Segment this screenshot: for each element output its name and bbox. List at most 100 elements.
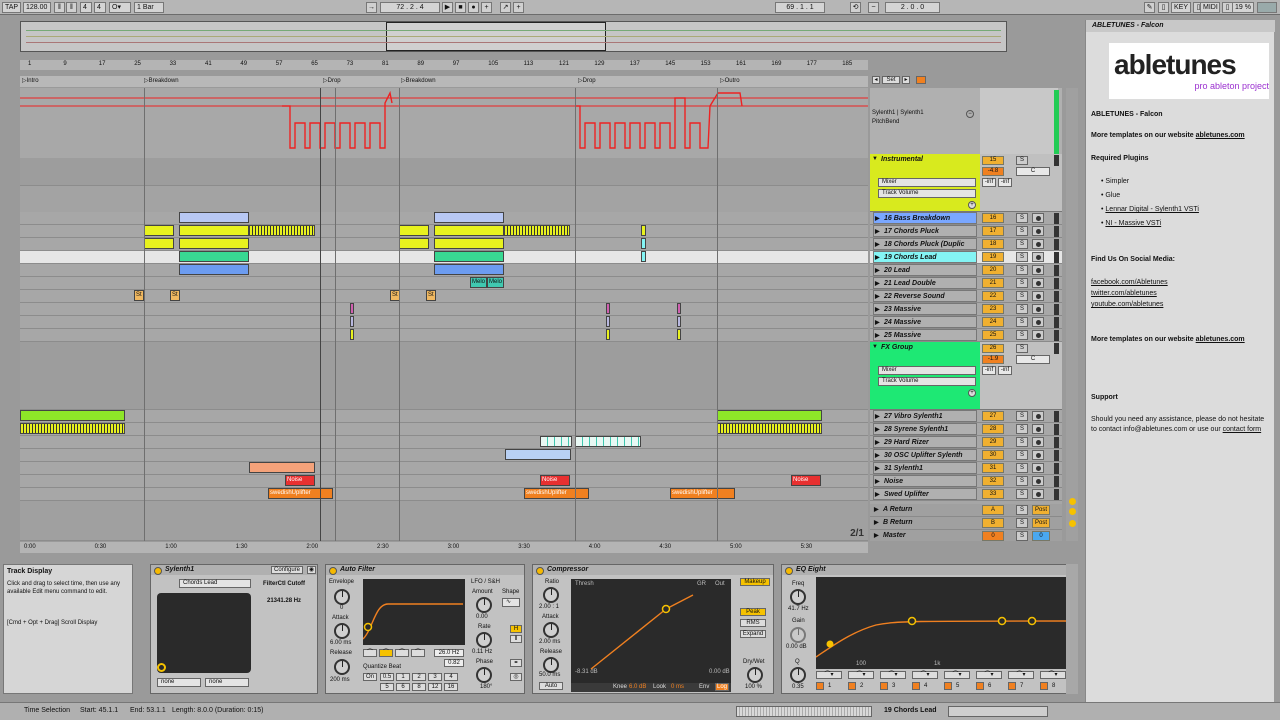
filter-display[interactable] bbox=[363, 579, 465, 645]
release-knob[interactable] bbox=[334, 659, 350, 675]
clip[interactable] bbox=[350, 303, 354, 314]
filter-type-bp[interactable]: ⌒ bbox=[395, 649, 409, 657]
attack-knob[interactable] bbox=[334, 623, 350, 639]
lane-chords-pluck[interactable] bbox=[20, 225, 868, 238]
eq-band-filter-type[interactable]: ⌒▾ bbox=[912, 671, 938, 679]
facebook-link[interactable]: facebook.com/Abletunes bbox=[1091, 278, 1271, 288]
solo-button[interactable]: S bbox=[1016, 505, 1028, 515]
lane-massive-24[interactable] bbox=[20, 316, 868, 329]
expand-button[interactable]: Expand bbox=[740, 630, 766, 638]
group-lane-instrumental[interactable] bbox=[20, 158, 868, 186]
clip[interactable] bbox=[350, 329, 354, 340]
eq-gain-knob[interactable] bbox=[790, 627, 806, 643]
eq-band-toggle[interactable] bbox=[944, 682, 952, 690]
lane-bass-breakdown[interactable] bbox=[20, 212, 868, 225]
lfo-phase-knob[interactable] bbox=[476, 667, 492, 683]
solo-button[interactable]: S bbox=[1016, 518, 1028, 528]
track-name[interactable]: 19 Chords Lead bbox=[873, 251, 977, 263]
zoom-icon[interactable] bbox=[1069, 508, 1076, 515]
clip-noise[interactable]: Noise bbox=[285, 475, 315, 486]
locator-ruler[interactable]: ▷Intro ▷Breakdown ▷Drop ▷Breakdown ▷Drop ▷Out… bbox=[20, 76, 868, 87]
env-log-button[interactable]: Log bbox=[715, 683, 729, 691]
track-activator[interactable]: 17 bbox=[982, 226, 1004, 236]
clip[interactable] bbox=[249, 462, 315, 473]
prev-locator-icon[interactable]: ◂ bbox=[872, 76, 880, 84]
track-name[interactable]: Noise bbox=[873, 475, 977, 487]
lane-chords-pluck-dup[interactable] bbox=[20, 238, 868, 251]
loop-start-field[interactable]: 69 . 1 . 1 bbox=[775, 2, 825, 13]
locator-marker[interactable]: ▷Breakdown bbox=[401, 77, 436, 84]
solo-button[interactable]: S bbox=[1016, 463, 1028, 473]
add-lane-icon[interactable]: + bbox=[968, 201, 976, 209]
time-ruler[interactable]: 2/1 0:00 0:30 1:00 1:30 2:00 2:30 3:00 3:30 4:00… bbox=[20, 528, 868, 553]
contact-form-link[interactable]: contact form bbox=[1223, 426, 1262, 433]
x-param-chooser[interactable]: none bbox=[157, 678, 201, 687]
quantize-menu[interactable]: 1 Bar bbox=[134, 2, 164, 13]
group-name[interactable]: Instrumental bbox=[873, 156, 923, 163]
eq-band-filter-type[interactable]: ⌒▾ bbox=[1008, 671, 1034, 679]
solo-button[interactable]: S bbox=[1016, 476, 1028, 486]
track-header[interactable]: 25 Massive 25 S bbox=[870, 329, 1062, 342]
clip[interactable] bbox=[606, 316, 610, 327]
lfo-shape-chooser[interactable]: ∿ bbox=[502, 598, 520, 607]
eq-band-filter-type[interactable]: ⌒▾ bbox=[880, 671, 906, 679]
solo-button[interactable]: S bbox=[1016, 239, 1028, 249]
return-name[interactable]: A Return bbox=[873, 504, 977, 516]
solo-button[interactable]: S bbox=[1016, 450, 1028, 460]
volume-field[interactable]: -4.8 bbox=[982, 167, 1004, 176]
post-button[interactable]: 0 bbox=[1032, 531, 1050, 541]
beat-time-ruler[interactable]: 1 9 17 25 33 41 49 57 65 73 81 89 97 105 113 121 129 137 1… bbox=[20, 60, 868, 70]
song-position[interactable]: 72 . 2 . 4 bbox=[380, 2, 440, 13]
arm-record-icon[interactable] bbox=[1032, 424, 1044, 434]
track-header[interactable]: 18 Chords Pluck (Duplic 18 S bbox=[870, 238, 1062, 251]
clip[interactable] bbox=[641, 225, 646, 236]
next-locator-icon[interactable]: ▸ bbox=[902, 76, 910, 84]
clip[interactable] bbox=[434, 212, 504, 223]
clip-st[interactable]: St bbox=[134, 290, 144, 301]
track-activator[interactable]: 31 bbox=[982, 463, 1004, 473]
overdub-icon[interactable]: + bbox=[481, 2, 492, 13]
tap-button[interactable]: TAP bbox=[2, 2, 21, 13]
arm-record-icon[interactable] bbox=[1032, 304, 1044, 314]
filter-type-notch[interactable]: ⌒ bbox=[411, 649, 425, 657]
solo-button[interactable]: S bbox=[1016, 213, 1028, 223]
eq-band-toggle[interactable] bbox=[848, 682, 856, 690]
arm-record-icon[interactable] bbox=[1032, 278, 1044, 288]
quantize-value-button[interactable]: 5 bbox=[380, 683, 394, 691]
configure-button[interactable]: Configure bbox=[271, 566, 303, 574]
time-sig-numerator[interactable]: 4 bbox=[80, 2, 92, 13]
arm-record-icon[interactable] bbox=[1032, 437, 1044, 447]
collapse-icon[interactable]: − bbox=[966, 110, 974, 118]
clip[interactable] bbox=[179, 251, 249, 262]
zoom-icon[interactable] bbox=[1069, 520, 1076, 527]
return-track-header[interactable]: Master0S0 bbox=[870, 530, 1062, 541]
clip-melo[interactable]: Melo bbox=[470, 277, 487, 288]
arm-record-icon[interactable] bbox=[1032, 226, 1044, 236]
quantize-value-button[interactable]: 0.5 bbox=[380, 673, 394, 681]
clip[interactable] bbox=[677, 316, 681, 327]
overview-mini[interactable] bbox=[736, 706, 872, 717]
track-header[interactable]: 22 Reverse Sound 22 S bbox=[870, 290, 1062, 303]
clip[interactable] bbox=[717, 410, 822, 421]
quantize-value-button[interactable]: 6 bbox=[396, 683, 410, 691]
clip[interactable] bbox=[399, 225, 429, 236]
clip-swed-uplifter[interactable]: swedishUplifter bbox=[268, 488, 333, 499]
key-map-icon[interactable]: ▯ bbox=[1158, 2, 1169, 13]
solo-button[interactable]: S bbox=[1016, 344, 1028, 353]
track-name[interactable]: 18 Chords Pluck (Duplic bbox=[873, 238, 977, 250]
lane-osc-uplifter[interactable] bbox=[20, 449, 868, 462]
zoom-icon[interactable] bbox=[1069, 498, 1076, 505]
arm-record-icon[interactable] bbox=[1032, 239, 1044, 249]
twitter-link[interactable]: twitter.com/abletunes bbox=[1091, 289, 1271, 299]
draw-mode-icon[interactable]: ✎ bbox=[1144, 2, 1155, 13]
automation-arm-icon[interactable]: ↗ bbox=[500, 2, 511, 13]
solo-button[interactable]: S bbox=[1016, 156, 1028, 165]
track-activator[interactable]: 18 bbox=[982, 239, 1004, 249]
follow-icon[interactable]: → bbox=[366, 2, 377, 13]
abletunes-link[interactable]: abletunes.com bbox=[1196, 336, 1245, 343]
clip-st[interactable]: St bbox=[170, 290, 180, 301]
view-switches[interactable] bbox=[948, 706, 1048, 717]
eq-q-knob[interactable] bbox=[790, 667, 806, 683]
lane-hard-rizer[interactable] bbox=[20, 436, 868, 449]
track-header[interactable]: 29 Hard Rizer 29 S bbox=[870, 436, 1062, 449]
